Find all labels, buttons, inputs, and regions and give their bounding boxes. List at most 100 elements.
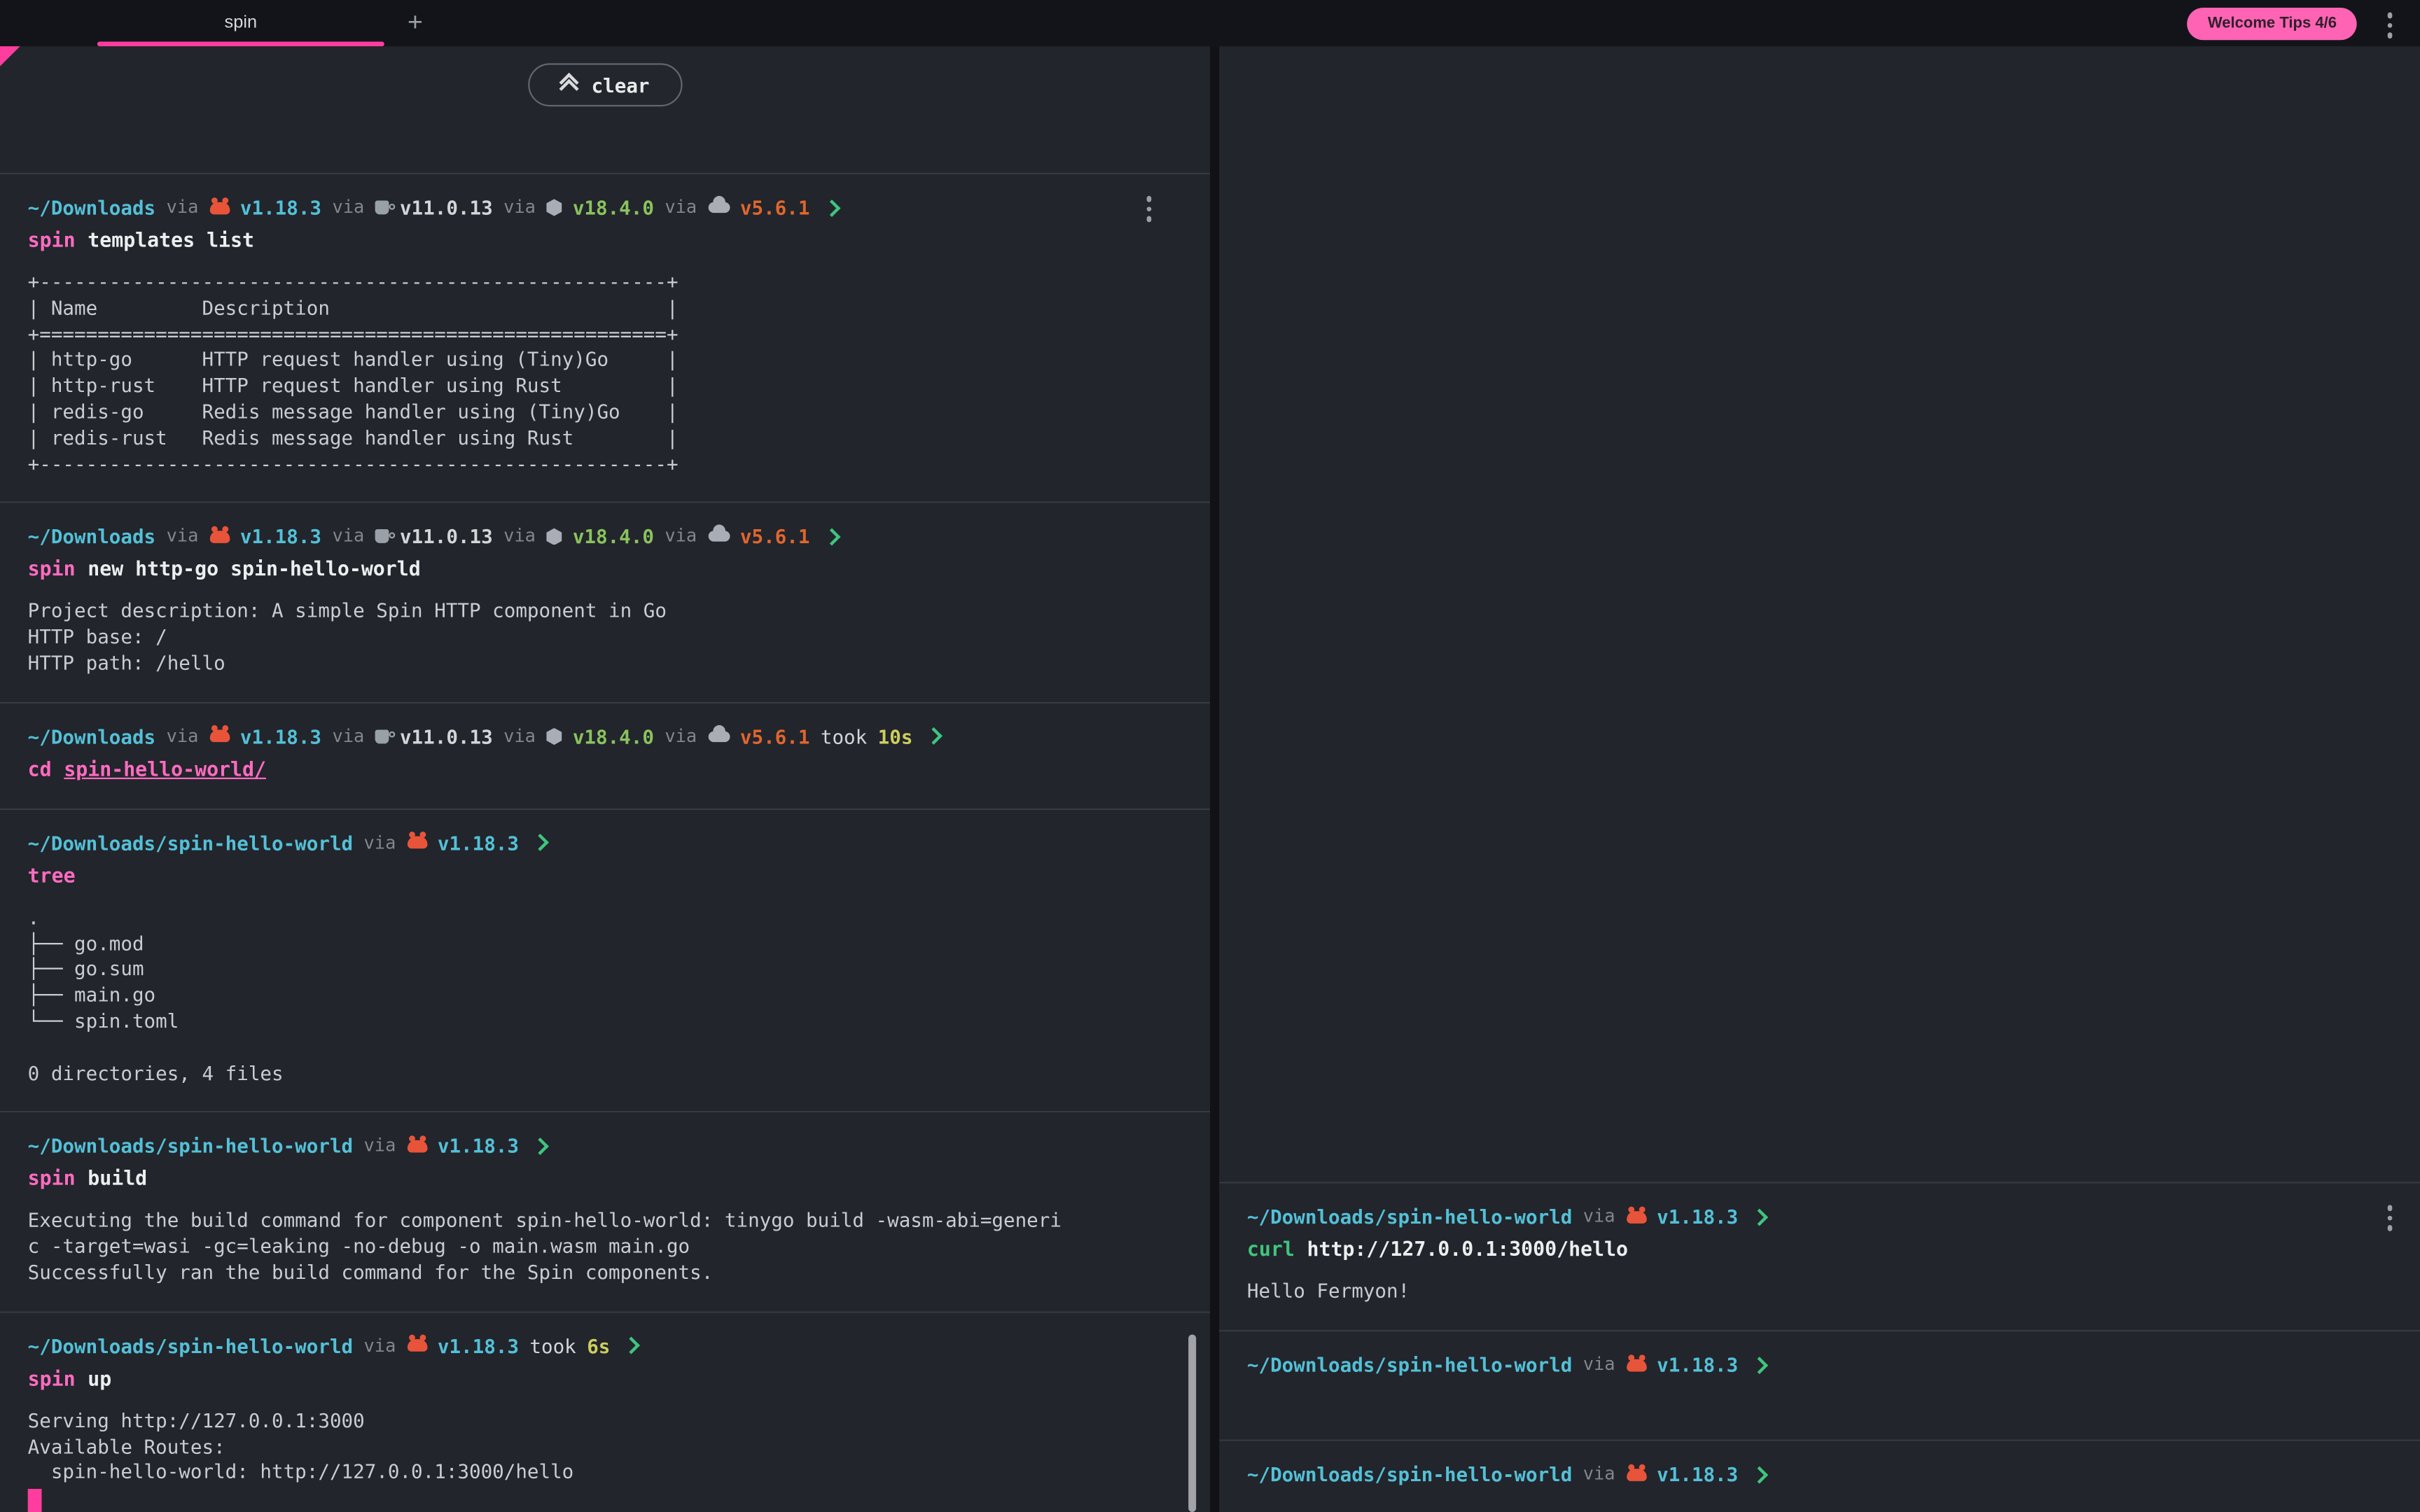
java-version: v11.0.13 <box>400 195 493 220</box>
cwd-path: ~/Downloads/spin-hello-world <box>1247 1204 1572 1230</box>
tab-spin[interactable]: spin <box>97 0 384 46</box>
command-line: tree <box>28 864 1183 890</box>
empty-scrollback-area <box>1219 46 2420 1182</box>
command-args-directory-link[interactable]: spin-hello-world/ <box>64 759 266 782</box>
command-name: cd <box>28 759 52 782</box>
prompt-line: ~/Downloads/spin-hello-world via v1.18.3 <box>1247 1204 2392 1230</box>
node-version: v18.4.0 <box>573 195 654 220</box>
rust-version: v1.18.3 <box>438 1333 519 1359</box>
via-label: via <box>167 723 199 749</box>
via-label: via <box>364 1333 396 1359</box>
via-label: via <box>332 723 364 749</box>
command-name: curl <box>1247 1239 1295 1262</box>
rust-crab-icon <box>407 836 427 849</box>
double-chevron-up-icon <box>560 78 577 91</box>
command-output: . ├── go.mod ├── go.sum ├── main.go └── … <box>28 905 1183 1086</box>
java-mug-icon <box>375 530 389 544</box>
node-hexagon-icon <box>546 199 562 216</box>
terminal-pane-right[interactable]: ~/Downloads/spin-hello-world via v1.18.3… <box>1219 46 2420 1512</box>
command-block-empty[interactable]: ~/Downloads/spin-hello-world via v1.18.3 <box>1219 1330 2420 1439</box>
new-tab-icon[interactable]: + <box>395 3 435 43</box>
cwd-path: ~/Downloads <box>28 195 155 220</box>
prompt-arrow-icon <box>1751 1208 1769 1226</box>
command-args: up <box>88 1368 111 1391</box>
via-label: via <box>665 195 697 220</box>
rust-version: v1.18.3 <box>240 195 321 220</box>
command-block-tree[interactable]: ~/Downloads/spin-hello-world via v1.18.3… <box>0 808 1210 1111</box>
cwd-path: ~/Downloads <box>28 723 155 749</box>
via-label: via <box>1583 1461 1615 1487</box>
welcome-tips-badge[interactable]: Welcome Tips 4/6 <box>2188 8 2356 40</box>
pane-divider[interactable] <box>1210 46 1219 1512</box>
prompt-line: ~/Downloads/spin-hello-world via v1.18.3 <box>1247 1461 2392 1487</box>
via-label: via <box>167 195 199 220</box>
rust-version: v1.18.3 <box>1657 1204 1738 1230</box>
via-label: via <box>665 723 697 749</box>
via-label: via <box>503 195 536 220</box>
via-label: via <box>167 524 199 550</box>
via-label: via <box>332 524 364 550</box>
prompt-line: ~/Downloads/spin-hello-world via v1.18.3 <box>1247 1352 2392 1378</box>
prompt-arrow-icon <box>823 528 840 545</box>
prompt-line: ~/Downloads/spin-hello-world via v1.18.3… <box>28 1333 1183 1359</box>
rust-crab-icon <box>209 730 230 743</box>
java-mug-icon <box>375 201 389 215</box>
warp-terminal: spin + Welcome Tips 4/6 clear ~/Download… <box>0 0 2420 1512</box>
prompt-line: ~/Downloads via v1.18.3 via v11.0.13 via… <box>28 524 1183 550</box>
cwd-path: ~/Downloads/spin-hello-world <box>1247 1461 1572 1487</box>
java-version: v11.0.13 <box>400 524 493 550</box>
node-hexagon-icon <box>546 728 562 745</box>
command-block-templates-list[interactable]: ~/Downloads via v1.18.3 via v11.0.13 via… <box>0 173 1210 502</box>
command-block-new-app[interactable]: ~/Downloads via v1.18.3 via v11.0.13 via… <box>0 502 1210 701</box>
command-block-build[interactable]: ~/Downloads/spin-hello-world via v1.18.3… <box>0 1112 1210 1311</box>
command-block-curl[interactable]: ~/Downloads/spin-hello-world via v1.18.3… <box>1219 1182 2420 1330</box>
cwd-path: ~/Downloads/spin-hello-world <box>28 1333 353 1359</box>
rust-version: v1.18.3 <box>438 830 519 855</box>
swift-version: v5.6.1 <box>740 195 810 220</box>
took-label: took <box>529 1333 576 1359</box>
command-name: spin <box>28 1168 76 1191</box>
command-line: curlhttp://127.0.0.1:3000/hello <box>1247 1238 2392 1264</box>
prompt-line: ~/Downloads via v1.18.3 via v11.0.13 via… <box>28 195 1183 220</box>
prompt-arrow-icon <box>531 1138 549 1155</box>
rust-version: v1.18.3 <box>438 1133 519 1159</box>
cwd-path: ~/Downloads/spin-hello-world <box>28 830 353 855</box>
rust-crab-icon <box>209 531 230 543</box>
command-duration: 6s <box>587 1333 610 1359</box>
command-block-cd[interactable]: ~/Downloads via v1.18.3 via v11.0.13 via… <box>0 701 1210 808</box>
app-window: spin + Welcome Tips 4/6 clear ~/Download… <box>0 0 2420 1512</box>
via-label: via <box>503 524 536 550</box>
command-output: Serving http://127.0.0.1:3000 Available … <box>28 1408 1183 1486</box>
command-output: Executing the build command for componen… <box>28 1209 1183 1287</box>
command-line: cd spin-hello-world/ <box>28 757 1183 783</box>
block-menu-icon[interactable] <box>1143 193 1155 225</box>
command-block-up[interactable]: ~/Downloads/spin-hello-world via v1.18.3… <box>0 1311 1210 1512</box>
block-menu-icon[interactable] <box>2384 1202 2395 1233</box>
clear-button-label: clear <box>592 74 650 97</box>
scrollbar-thumb[interactable] <box>1188 1335 1196 1512</box>
window-menu-icon[interactable] <box>2387 13 2393 38</box>
prompt-arrow-icon <box>926 727 943 745</box>
cwd-path: ~/Downloads/spin-hello-world <box>28 1133 353 1159</box>
rust-crab-icon <box>407 1140 427 1152</box>
clear-button[interactable]: clear <box>528 63 682 106</box>
command-line: spinup <box>28 1366 1183 1392</box>
java-version: v11.0.13 <box>400 723 493 749</box>
command-args: build <box>88 1168 147 1191</box>
current-prompt-block[interactable]: ~/Downloads/spin-hello-world via v1.18.3 <box>1219 1439 2420 1512</box>
java-mug-icon <box>375 729 389 743</box>
via-label: via <box>503 723 536 749</box>
active-tab-underline <box>97 42 384 47</box>
rust-crab-icon <box>407 1340 427 1352</box>
rust-crab-icon <box>1626 1359 1646 1371</box>
rust-version: v1.18.3 <box>1657 1461 1738 1487</box>
rust-version: v1.18.3 <box>240 723 321 749</box>
swift-version: v5.6.1 <box>740 524 810 550</box>
node-version: v18.4.0 <box>573 723 654 749</box>
command-args: new http-go spin-hello-world <box>88 559 421 582</box>
tab-bar: spin + Welcome Tips 4/6 <box>0 0 2420 46</box>
prompt-arrow-icon <box>1751 1356 1769 1373</box>
cwd-path: ~/Downloads <box>28 524 155 550</box>
terminal-pane-left[interactable]: clear ~/Downloads via v1.18.3 via v11.0.… <box>0 46 1210 1512</box>
swift-version: v5.6.1 <box>740 723 810 749</box>
